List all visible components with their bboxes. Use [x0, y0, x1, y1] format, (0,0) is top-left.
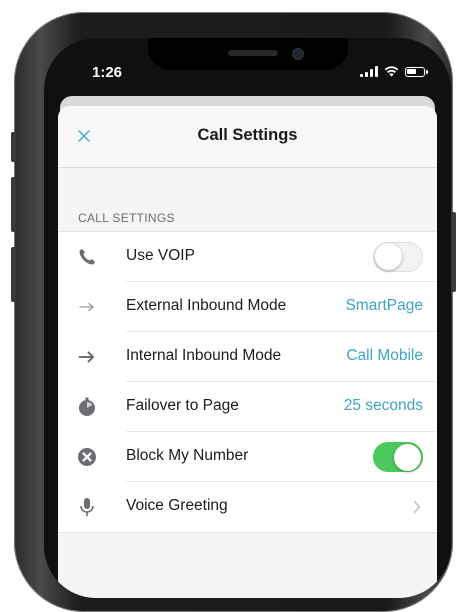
mute-switch	[11, 132, 16, 162]
page-title: Call Settings	[197, 126, 298, 144]
section-header: CALL SETTINGS	[78, 211, 175, 225]
call-settings-modal: Call Settings CALL SETTINGS Use VOIP Ext…	[58, 106, 437, 598]
phone-screen: 1:26 Call Settings CALL SETTINGS Use VOI…	[44, 38, 451, 598]
notch	[148, 38, 348, 70]
status-time: 1:26	[92, 64, 123, 81]
row-label: Internal Inbound Mode	[126, 347, 282, 364]
timer-icon	[79, 397, 95, 416]
settings-list: Use VOIP External Inbound Mode SmartPage	[58, 231, 437, 533]
toggle-knob	[375, 243, 402, 270]
use-voip-toggle[interactable]	[373, 242, 423, 272]
block-icon	[78, 448, 96, 466]
microphone-icon	[80, 498, 94, 516]
row-label: Use VOIP	[126, 247, 195, 264]
row-use-voip[interactable]: Use VOIP	[58, 232, 437, 282]
failover-to-page-value[interactable]: 25 seconds	[344, 397, 423, 415]
row-label: Voice Greeting	[126, 497, 228, 514]
speaker	[228, 50, 278, 56]
row-block-my-number[interactable]: Block My Number	[58, 432, 437, 482]
row-voice-greeting[interactable]: Voice Greeting	[58, 482, 437, 532]
row-label: Block My Number	[126, 447, 249, 464]
internal-inbound-mode-value[interactable]: Call Mobile	[346, 347, 423, 365]
row-label: External Inbound Mode	[126, 297, 287, 314]
external-inbound-mode-value[interactable]: SmartPage	[345, 297, 423, 315]
volume-down-button	[11, 247, 16, 302]
toggle-knob	[394, 443, 421, 471]
row-label: Failover to Page	[126, 397, 239, 414]
power-button	[451, 212, 456, 292]
row-failover-to-page[interactable]: Failover to Page 25 seconds	[58, 382, 437, 432]
block-my-number-toggle[interactable]	[373, 442, 423, 472]
row-external-inbound-mode[interactable]: External Inbound Mode SmartPage	[58, 282, 437, 332]
row-internal-inbound-mode[interactable]: Internal Inbound Mode Call Mobile	[58, 332, 437, 382]
arrow-right-light-icon	[79, 302, 94, 312]
battery-icon	[405, 66, 428, 77]
chevron-right-icon[interactable]	[413, 500, 421, 514]
arrow-right-icon	[78, 351, 95, 363]
phone-icon	[79, 249, 95, 265]
status-icons	[360, 66, 428, 77]
volume-up-button	[11, 177, 16, 232]
nav-bar: Call Settings	[58, 106, 437, 168]
camera	[292, 48, 304, 60]
signal-icon	[360, 66, 378, 77]
phone-frame: 1:26 Call Settings CALL SETTINGS Use VOI…	[11, 12, 456, 612]
wifi-icon	[384, 66, 399, 77]
